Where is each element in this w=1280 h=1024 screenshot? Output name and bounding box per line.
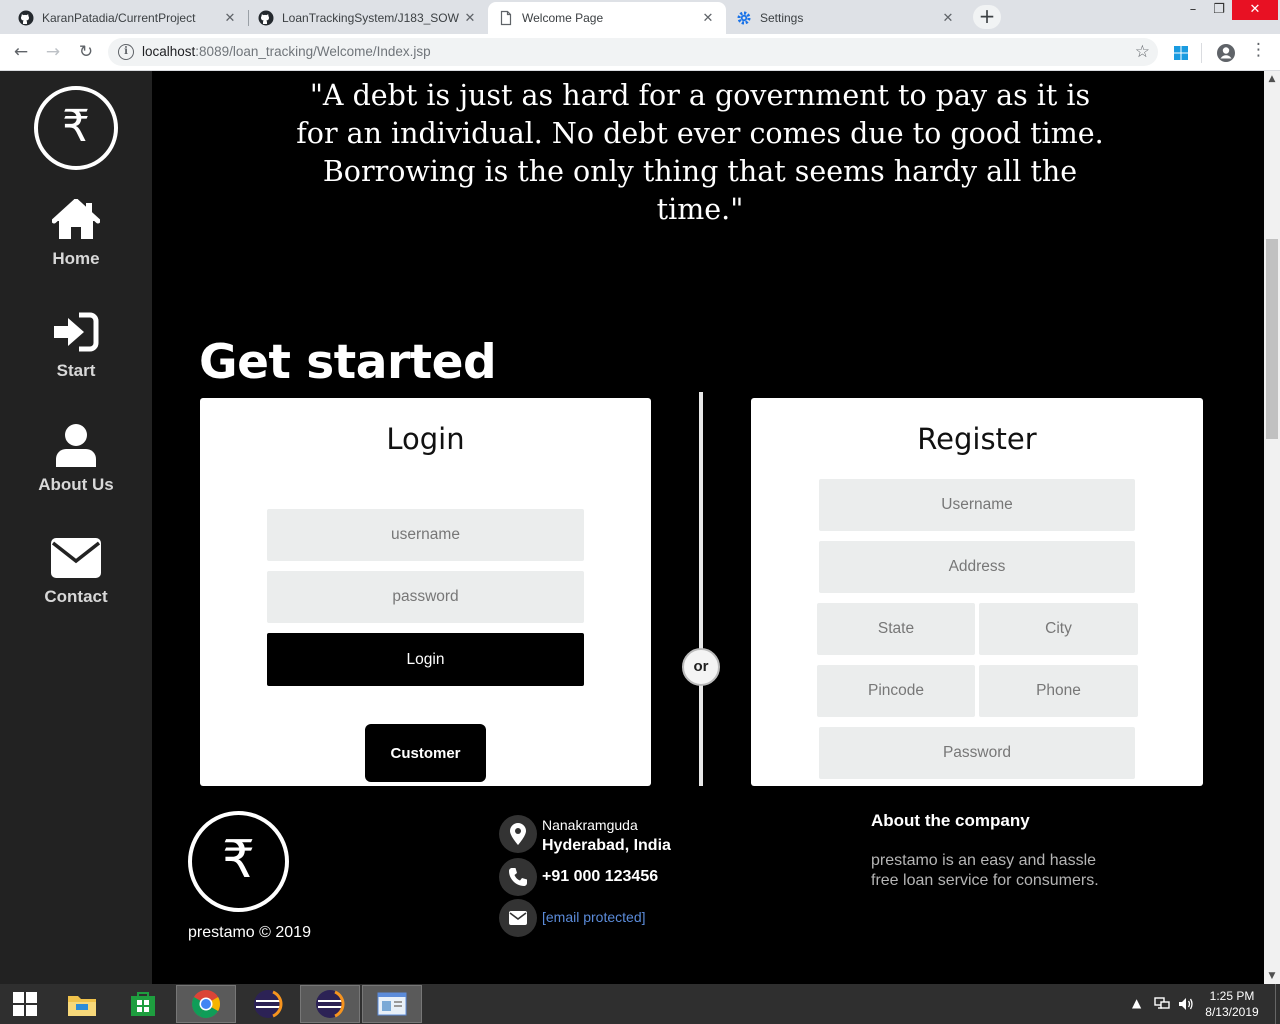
tab-settings[interactable]: Settings ✕ (726, 2, 966, 34)
login-username-input[interactable] (267, 509, 584, 561)
window-close-icon[interactable]: ✕ (1232, 0, 1278, 20)
sidebar: ₹ Home Start About Us Contact (0, 71, 152, 984)
envelope-icon (51, 538, 101, 578)
tray-chevron-icon[interactable]: ▲ (1132, 996, 1141, 1010)
register-phone-input[interactable] (979, 665, 1138, 717)
close-icon[interactable]: ✕ (700, 11, 716, 26)
menu-dots-icon[interactable]: ⋮ (1250, 40, 1267, 60)
tab-title: Welcome Page (522, 11, 604, 25)
footer-copyright: prestamo © 2019 (188, 924, 311, 941)
address-bar[interactable]: i localhost:8089/loan_tracking/Welcome/I… (108, 38, 1158, 66)
network-icon[interactable] (1154, 996, 1170, 1012)
about-company-title: About the company (871, 811, 1030, 830)
scrollbar-thumb[interactable] (1266, 239, 1278, 439)
tab-title: KaranPatadia/CurrentProject (42, 11, 196, 25)
show-desktop-button[interactable] (1275, 984, 1280, 1024)
sidebar-item-about-us[interactable]: About Us (0, 423, 152, 519)
windows-start-icon[interactable] (0, 985, 50, 1023)
footer-email-link[interactable]: [email protected] (542, 909, 646, 925)
register-city-input[interactable] (979, 603, 1138, 655)
tab-title: LoanTrackingSystem/J183_SOW (282, 11, 459, 25)
windows-taskbar: ▲ 1:25 PM 8/13/2019 (0, 984, 1280, 1024)
close-icon[interactable]: ✕ (222, 11, 238, 26)
register-pincode-input[interactable] (817, 665, 975, 717)
register-title: Register (917, 422, 1037, 456)
toolbar-divider (1201, 43, 1202, 63)
quote-text: "A debt is just as hard for a government… (296, 79, 1104, 226)
tab-title: Settings (760, 11, 804, 25)
url-host: localhost (142, 44, 196, 59)
window-app-icon[interactable] (362, 985, 422, 1023)
gear-icon (737, 11, 751, 25)
footer-address-line2: Hyderabad, India (542, 837, 671, 854)
browser-tab-strip: KaranPatadia/CurrentProject ✕ LoanTracki… (0, 0, 1280, 34)
register-address-input[interactable] (819, 541, 1135, 593)
windows-extension-icon[interactable] (1173, 45, 1189, 61)
register-username-input[interactable] (819, 479, 1135, 531)
user-icon (56, 424, 96, 467)
close-icon[interactable]: ✕ (462, 11, 478, 26)
tab-loantrackingsystem[interactable]: LoanTrackingSystem/J183_SOW ✕ (248, 2, 488, 34)
clock-date: 8/13/2019 (1205, 1005, 1259, 1019)
volume-icon[interactable] (1178, 996, 1194, 1012)
footer-rupee-logo: ₹ (188, 811, 289, 912)
restore-icon[interactable]: ❐ (1204, 0, 1234, 20)
login-title: Login (386, 422, 465, 456)
taskbar-clock[interactable]: 1:25 PM 8/13/2019 (1196, 988, 1268, 1020)
get-started-heading: Get started (199, 335, 497, 390)
customer-button[interactable]: Customer (365, 724, 486, 782)
scroll-down-arrow-icon[interactable]: ▼ (1264, 968, 1280, 984)
info-icon[interactable]: i (118, 44, 134, 60)
scroll-up-arrow-icon[interactable]: ▲ (1264, 71, 1280, 87)
about-company-text: prestamo is an easy and hassle free loan… (871, 852, 1099, 889)
footer-address-line1: Nanakramguda (542, 817, 638, 833)
new-tab-button[interactable]: + (973, 5, 1001, 29)
close-icon[interactable]: ✕ (940, 11, 956, 26)
github-icon (258, 10, 274, 26)
or-divider-line (699, 392, 703, 786)
footer-phone: +91 000 123456 (542, 868, 659, 885)
register-card: Register (751, 398, 1203, 786)
sidebar-item-start[interactable]: Start (0, 311, 152, 407)
chrome-icon[interactable] (176, 985, 236, 1023)
forward-arrow-icon[interactable]: → (40, 40, 66, 66)
sidebar-item-label: Start (56, 361, 96, 380)
store-icon[interactable] (113, 985, 173, 1023)
sidebar-item-label: Contact (44, 587, 108, 606)
url-path: :8089/loan_tracking/Welcome/Index.jsp (195, 44, 431, 59)
envelope-icon (499, 899, 537, 937)
home-icon (52, 199, 100, 239)
or-badge: or (682, 648, 720, 686)
sidebar-item-label: Home (52, 249, 100, 268)
register-password-input[interactable] (819, 727, 1135, 779)
sidebar-item-contact[interactable]: Contact (0, 537, 152, 633)
sidebar-item-home[interactable]: Home (0, 199, 152, 295)
profile-icon[interactable] (1216, 43, 1236, 63)
register-state-input[interactable] (817, 603, 975, 655)
back-arrow-icon[interactable]: ← (8, 40, 34, 66)
eclipse-icon[interactable] (300, 985, 360, 1023)
login-password-input[interactable] (267, 571, 584, 623)
rupee-logo[interactable]: ₹ (34, 86, 118, 170)
page-viewport: ₹ Home Start About Us Contact "A debt is… (0, 71, 1280, 984)
page-scrollbar[interactable]: ▲ ▼ (1264, 71, 1280, 984)
reload-icon[interactable]: ↻ (73, 40, 99, 66)
url-text[interactable]: localhost:8089/loan_tracking/Welcome/Ind… (142, 44, 431, 59)
map-marker-icon (499, 815, 537, 853)
login-card: Login Login Customer (200, 398, 651, 786)
file-explorer-icon[interactable] (52, 985, 112, 1023)
eclipse-icon[interactable] (238, 985, 298, 1023)
phone-icon (499, 858, 537, 896)
page-icon (500, 10, 512, 26)
sign-in-icon (54, 312, 99, 352)
browser-toolbar: ← → ↻ i localhost:8089/loan_tracking/Wel… (0, 34, 1280, 71)
bookmark-star-icon[interactable]: ☆ (1135, 42, 1150, 62)
sidebar-item-label: About Us (38, 475, 114, 494)
clock-time: 1:25 PM (1209, 989, 1255, 1003)
github-icon (18, 10, 34, 26)
login-button[interactable]: Login (267, 633, 584, 686)
tab-karanpatadia[interactable]: KaranPatadia/CurrentProject ✕ (8, 2, 248, 34)
tab-welcome-page[interactable]: Welcome Page ✕ (488, 2, 726, 34)
